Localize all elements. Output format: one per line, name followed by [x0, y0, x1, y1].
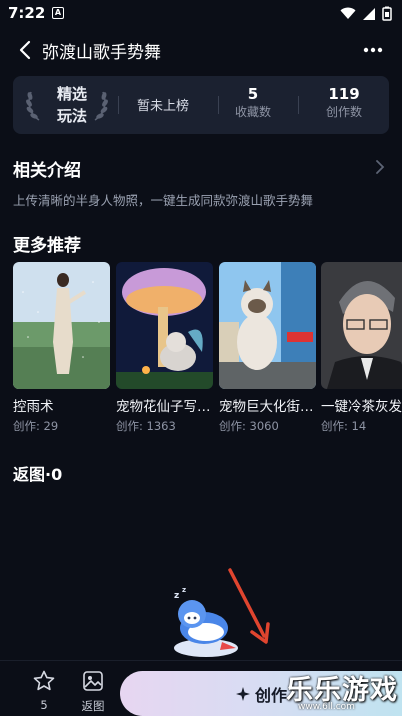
intro-description: 上传清晰的半身人物照，一键生成同款弥渡山歌手势舞: [13, 193, 314, 208]
status-icons: [340, 6, 392, 21]
divider: [118, 96, 119, 114]
recommendation-title: 一键冷茶灰发: [321, 399, 402, 415]
notification-icon: A: [52, 7, 64, 19]
recommendation-thumbnail[interactable]: [13, 262, 110, 389]
returns-title: 返图·0: [13, 465, 63, 484]
intro-title[interactable]: 相关介绍: [13, 156, 81, 181]
recommendations-title: 更多推荐: [13, 236, 81, 256]
recommendation-thumbnail[interactable]: [321, 262, 402, 389]
returns-button[interactable]: 返图: [73, 669, 113, 714]
featured-line2: 玩法: [56, 107, 87, 125]
watermark-url: www.6ll.com: [298, 702, 355, 712]
recommendation-thumbnail[interactable]: [219, 262, 316, 389]
recommendation-thumbnail[interactable]: [116, 262, 213, 389]
chevron-right-icon[interactable]: [374, 158, 386, 176]
create-label: 创作: [254, 685, 287, 705]
divider: [298, 96, 299, 114]
svg-text:z: z: [174, 591, 179, 601]
image-icon: [83, 671, 103, 691]
wifi-icon: [340, 7, 356, 19]
svg-text:z: z: [182, 586, 186, 594]
stats-card: 精选 玩法 暂未上榜 5 收藏数 119 创作数: [13, 76, 389, 134]
recommendation-card[interactable]: 宠物花仙子写… 创作: 1363: [116, 262, 213, 432]
status-bar: 7:22 A: [0, 0, 402, 28]
sparkle-icon: [235, 686, 250, 701]
featured-badge: 精选 玩法: [49, 83, 95, 127]
recommendation-title: 宠物花仙子写…: [116, 399, 211, 415]
laurel-right-icon: [94, 91, 108, 121]
favorite-button[interactable]: 5: [24, 669, 64, 712]
star-icon: [33, 670, 55, 691]
divider: [218, 96, 219, 114]
favorites-stat: 5 收藏数: [223, 85, 283, 121]
recommendation-count: 创作: 14: [321, 419, 367, 432]
back-arrow-icon[interactable]: [14, 38, 38, 62]
recommendation-title: 控雨术: [13, 399, 54, 415]
returns-label: 返图: [81, 699, 105, 713]
recommendation-count: 创作: 1363: [116, 419, 176, 432]
recommendations-list: 控雨术 创作: 29 宠物花仙子写… 创作: 1363 宠物巨大化街… 创作: …: [13, 262, 402, 432]
works-label: 创作数: [325, 105, 362, 119]
recommendation-card[interactable]: 宠物巨大化街… 创作: 3060: [219, 262, 316, 432]
signal-icon: [363, 7, 375, 20]
recommendation-card[interactable]: 控雨术 创作: 29: [13, 262, 110, 432]
page-title: 弥渡山歌手势舞: [42, 43, 161, 63]
recommendation-count: 创作: 3060: [219, 419, 279, 432]
featured-line1: 精选: [56, 85, 87, 103]
recommendation-count: 创作: 29: [13, 419, 59, 432]
rank-status: 暂未上榜: [137, 99, 190, 114]
recommendation-title: 宠物巨大化街…: [219, 399, 314, 415]
battery-icon: [382, 6, 392, 21]
status-time: 7:22: [8, 4, 46, 22]
annotation-arrow-icon: [228, 568, 270, 644]
top-nav: 弥渡山歌手势舞: [0, 30, 402, 70]
favorites-value: 5: [247, 85, 259, 103]
more-icon[interactable]: [362, 40, 384, 60]
laurel-left-icon: [26, 91, 40, 121]
recommendation-card[interactable]: 一键冷茶灰发 创作: 14: [321, 262, 402, 432]
watermark: 乐乐游戏 www.6ll.com: [286, 668, 402, 716]
works-stat: 119 创作数: [314, 85, 374, 121]
works-value: 119: [328, 85, 360, 103]
favorite-count: 5: [40, 698, 48, 712]
favorites-label: 收藏数: [234, 105, 271, 119]
